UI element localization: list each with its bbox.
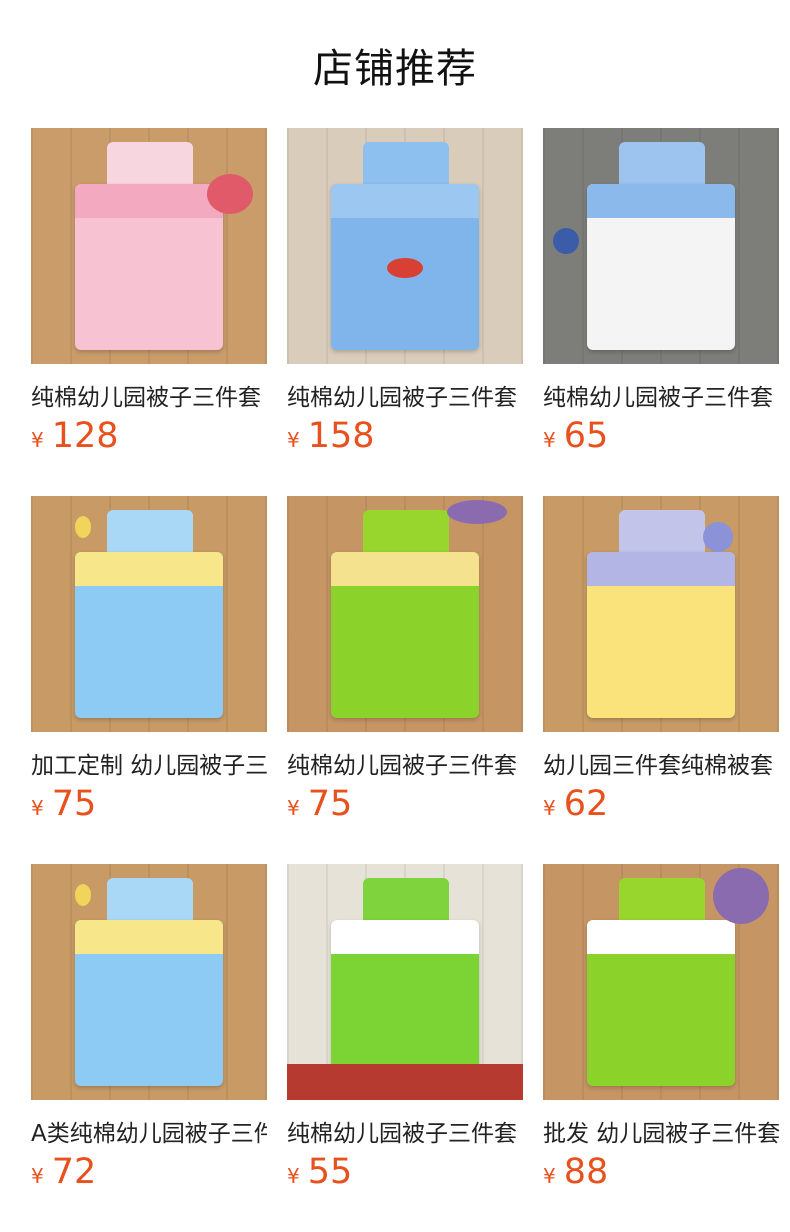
product-price: ¥55 bbox=[287, 1152, 352, 1192]
currency-symbol: ¥ bbox=[31, 428, 44, 452]
product-price: ¥88 bbox=[543, 1152, 608, 1192]
price-value: 88 bbox=[563, 1152, 609, 1192]
product-title[interactable]: 加工定制 幼儿园被子三件套 bbox=[31, 746, 267, 780]
product-image[interactable] bbox=[31, 128, 267, 364]
product-card[interactable]: 纯棉幼儿园被子三件套 ¥65 bbox=[543, 128, 779, 496]
price-value: 158 bbox=[307, 416, 375, 456]
product-title[interactable]: 幼儿园三件套纯棉被套 bbox=[543, 746, 779, 780]
product-card[interactable]: 批发 幼儿园被子三件套 ¥88 bbox=[543, 864, 779, 1232]
product-title[interactable]: 纯棉幼儿园被子三件套 bbox=[287, 1114, 523, 1148]
product-price: ¥75 bbox=[31, 784, 96, 824]
product-card[interactable]: A类纯棉幼儿园被子三件套 ¥72 bbox=[31, 864, 267, 1232]
product-grid: 纯棉幼儿园被子三件套 ¥128 纯棉幼儿园被子三件套 ¥158 纯棉幼儿园被子三… bbox=[31, 128, 779, 1232]
product-title[interactable]: 批发 幼儿园被子三件套 bbox=[543, 1114, 779, 1148]
product-card[interactable]: 纯棉幼儿园被子三件套 ¥75 bbox=[287, 496, 523, 864]
product-title[interactable]: 纯棉幼儿园被子三件套 bbox=[287, 378, 523, 412]
price-value: 55 bbox=[307, 1152, 353, 1192]
product-title[interactable]: 纯棉幼儿园被子三件套 bbox=[287, 746, 523, 780]
product-title[interactable]: 纯棉幼儿园被子三件套 bbox=[31, 378, 267, 412]
product-title[interactable]: A类纯棉幼儿园被子三件套 bbox=[31, 1114, 267, 1148]
currency-symbol: ¥ bbox=[287, 428, 300, 452]
price-value: 75 bbox=[307, 784, 353, 824]
currency-symbol: ¥ bbox=[543, 428, 556, 452]
product-card[interactable]: 纯棉幼儿园被子三件套 ¥128 bbox=[31, 128, 267, 496]
product-image[interactable] bbox=[543, 864, 779, 1100]
product-image[interactable] bbox=[543, 128, 779, 364]
product-price: ¥75 bbox=[287, 784, 352, 824]
product-card[interactable]: 加工定制 幼儿园被子三件套 ¥75 bbox=[31, 496, 267, 864]
product-image[interactable] bbox=[287, 128, 523, 364]
price-value: 128 bbox=[51, 416, 119, 456]
price-value: 75 bbox=[51, 784, 97, 824]
currency-symbol: ¥ bbox=[287, 796, 300, 820]
product-price: ¥72 bbox=[31, 1152, 96, 1192]
currency-symbol: ¥ bbox=[31, 1164, 44, 1188]
currency-symbol: ¥ bbox=[543, 796, 556, 820]
product-price: ¥128 bbox=[31, 416, 119, 456]
product-image[interactable] bbox=[287, 864, 523, 1100]
product-price: ¥65 bbox=[543, 416, 608, 456]
product-title[interactable]: 纯棉幼儿园被子三件套 bbox=[543, 378, 779, 412]
currency-symbol: ¥ bbox=[287, 1164, 300, 1188]
product-price: ¥62 bbox=[543, 784, 608, 824]
product-image[interactable] bbox=[31, 864, 267, 1100]
currency-symbol: ¥ bbox=[31, 796, 44, 820]
page-title: 店铺推荐 bbox=[313, 46, 477, 92]
product-price: ¥158 bbox=[287, 416, 375, 456]
product-card[interactable]: 纯棉幼儿园被子三件套 ¥158 bbox=[287, 128, 523, 496]
product-card[interactable]: 幼儿园三件套纯棉被套 ¥62 bbox=[543, 496, 779, 864]
product-card[interactable]: 纯棉幼儿园被子三件套 ¥55 bbox=[287, 864, 523, 1232]
price-value: 62 bbox=[563, 784, 609, 824]
product-image[interactable] bbox=[287, 496, 523, 732]
currency-symbol: ¥ bbox=[543, 1164, 556, 1188]
product-image[interactable] bbox=[31, 496, 267, 732]
price-value: 65 bbox=[563, 416, 609, 456]
price-value: 72 bbox=[51, 1152, 97, 1192]
product-image[interactable] bbox=[543, 496, 779, 732]
